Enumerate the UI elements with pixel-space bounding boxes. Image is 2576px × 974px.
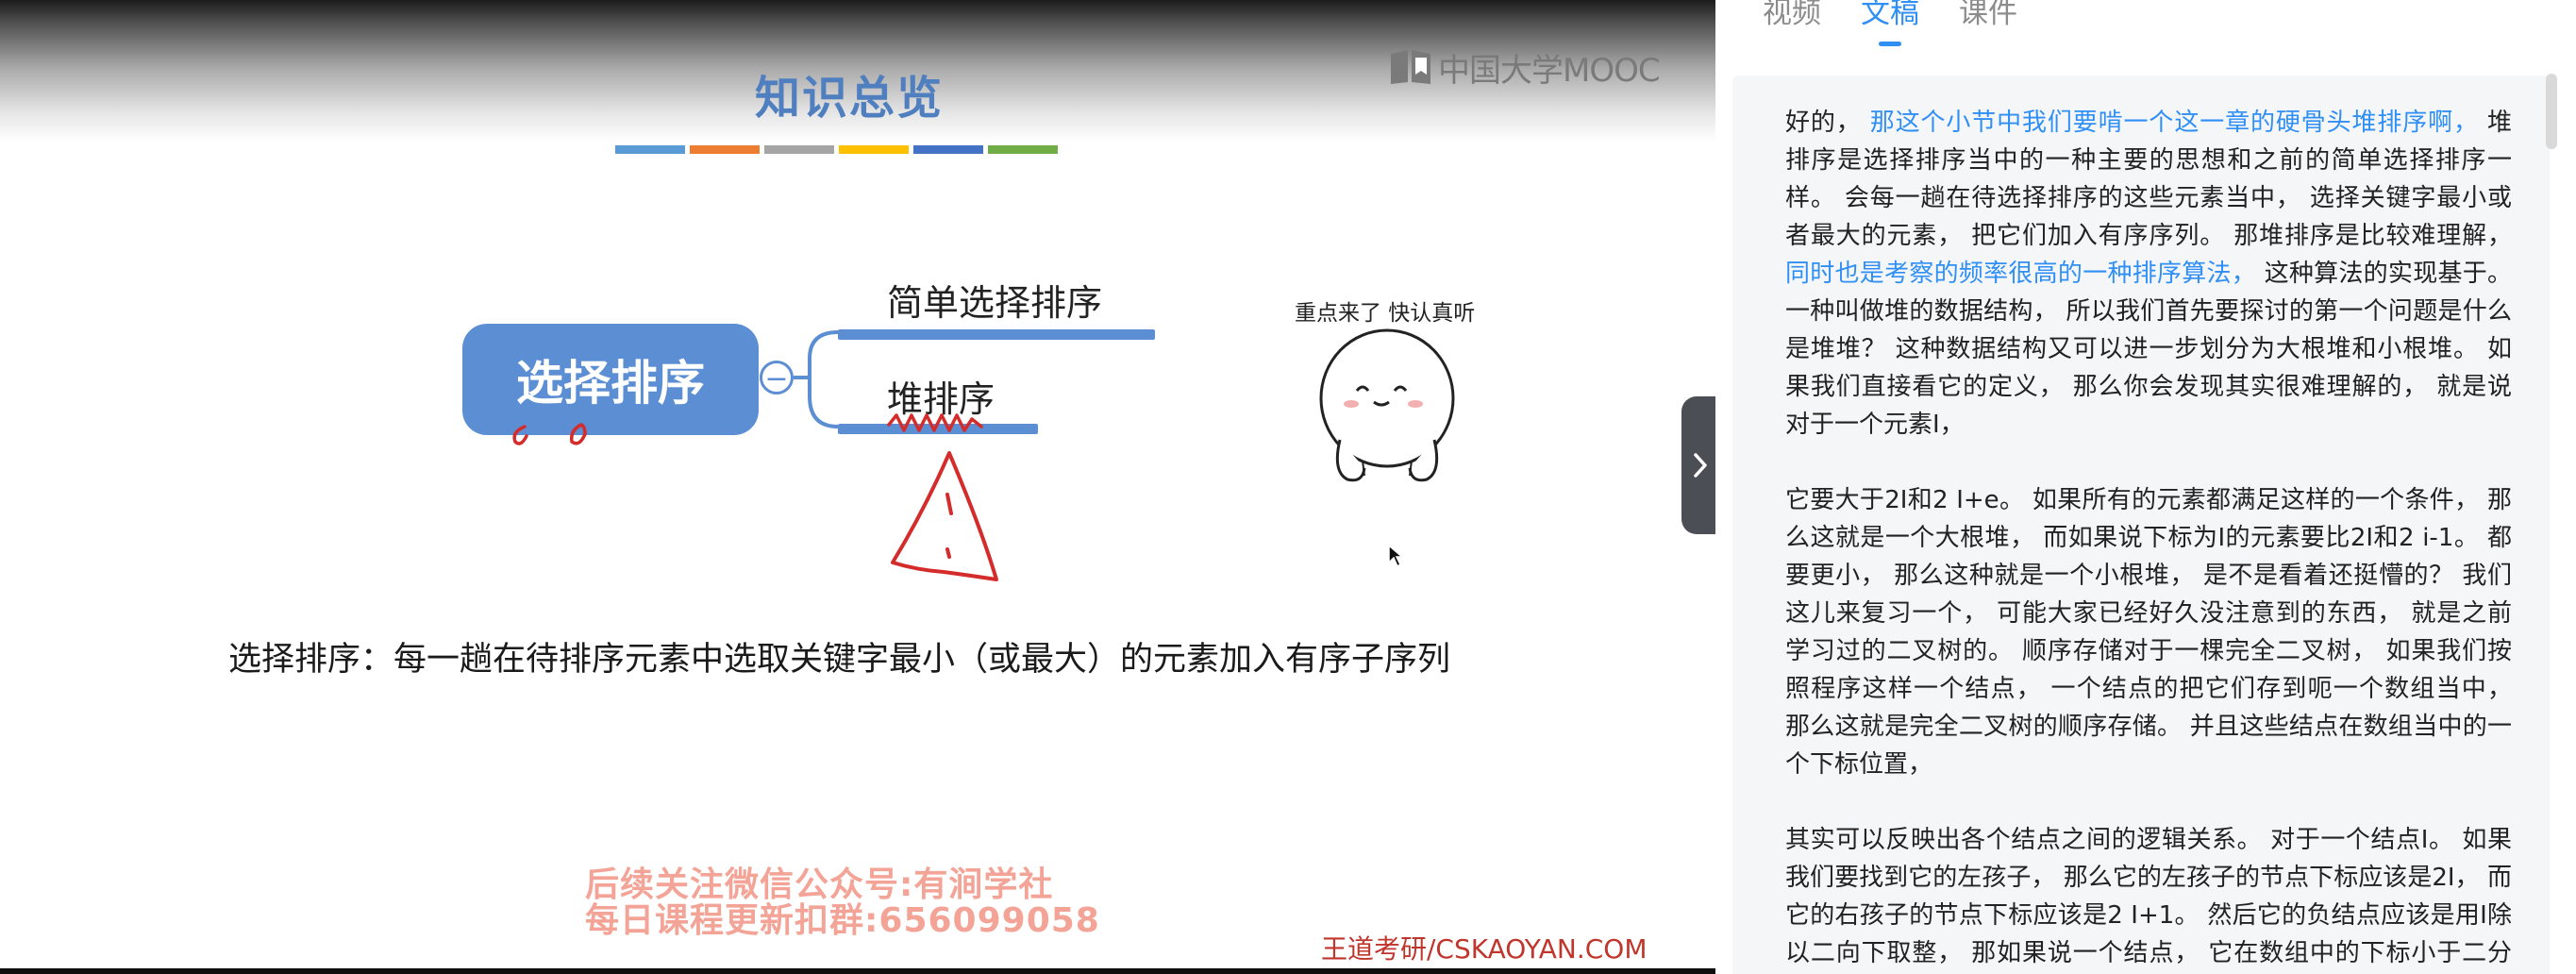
transcript-segment-current[interactable]: 同时也是考察的频率很高的一种排序算法， [1785,260,2265,288]
tab-label: 文稿 [1861,0,1919,30]
selection-sort-definition: 选择排序：每一趟在待排序元素中选取关键字最小（或最大）的元素加入有序子序列 [228,641,1451,679]
transcript-segment-current[interactable]: 那这个小节中我们要啃一个这一章的硬骨头堆排序啊， [1870,109,2487,137]
transcript-paragraph: 好的， 那这个小节中我们要啃一个这一章的硬骨头堆排序啊， 堆排序是选择排序当中的… [1732,104,2550,444]
transcript-body[interactable]: 好的， 那这个小节中我们要啃一个这一章的硬骨头堆排序啊， 堆排序是选择排序当中的… [1732,76,2550,974]
transcript-segment[interactable]: 它要大于2I和2 I+e。 如果所有的元素都满足这样的一个条件， 那么这就是一个… [1785,486,2512,779]
video-player[interactable]: 知识总览 中国大学MOOC 选择排序 − 简单选择排序 堆排序 重点来了 快认真… [0,0,1715,974]
video-bottom-edge [0,968,1715,974]
tab-video[interactable]: 视频 [1763,0,1821,31]
tab-label: 视频 [1763,0,1821,30]
tab-label: 课件 [1959,0,2017,30]
tab-courseware[interactable]: 课件 [1959,0,2017,31]
chevron-right-icon [1694,453,1707,478]
expand-panel-button[interactable] [1681,396,1719,534]
active-tab-indicator [1879,42,1901,46]
transcript-segment[interactable]: 好的， [1785,109,1870,137]
transcript-scrollbar[interactable] [2546,74,2557,149]
tab-transcript[interactable]: 文稿 [1861,0,1919,46]
transcript-paragraph: 它要大于2I和2 I+e。 如果所有的元素都满足这样的一个条件， 那么这就是一个… [1732,481,2550,783]
transcript-panel: 视频 文稿 课件 好的， 那这个小节中我们要啃一个这一章的硬骨头堆排序啊， 堆排… [1715,0,2576,974]
transcript-segment[interactable]: 其实可以反映出各个结点之间的逻辑关系。 对于一个结点I。 如果我们要找到它的左孩… [1785,826,2512,974]
watermark-line-2: 每日课程更新扣群:656099058 [585,901,1100,940]
source-label: 王道考研/CSKAOYAN.COM [1321,933,1648,965]
transcript-paragraph: 其实可以反映出各个结点之间的逻辑关系。 对于一个结点I。 如果我们要找到它的左孩… [1732,821,2550,974]
cartoon-sticker-icon [1319,328,1455,482]
mouse-cursor-icon [1388,544,1404,568]
panel-tabs: 视频 文稿 课件 [1763,0,2017,46]
